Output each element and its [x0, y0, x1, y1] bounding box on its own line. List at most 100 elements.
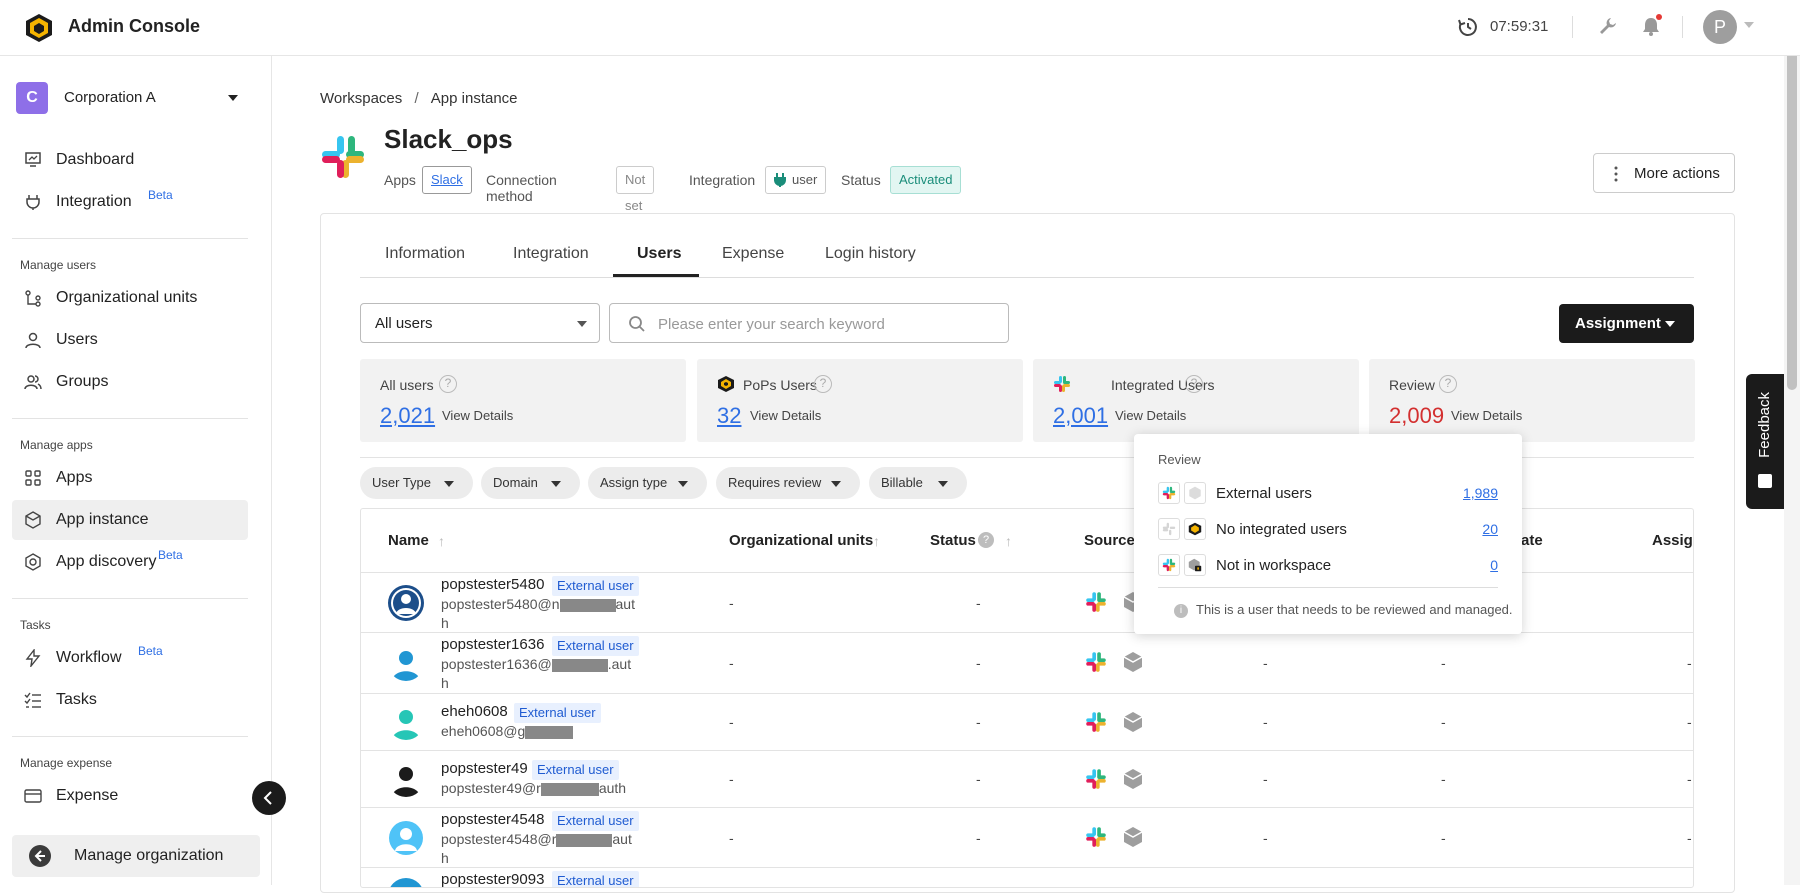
email-part: h: [441, 850, 449, 866]
search-box: [609, 303, 1009, 343]
redacted-block: [525, 725, 574, 739]
scrollbar-thumb[interactable]: [1787, 12, 1797, 390]
chevron-down-icon[interactable]: [1744, 22, 1754, 28]
manage-organization-button[interactable]: Manage organization: [12, 835, 260, 877]
tab-bar: Information Integration Users Expense Lo…: [360, 236, 1694, 278]
popover-row-value-link[interactable]: 0: [1490, 557, 1498, 573]
sort-arrow-icon[interactable]: ↑: [438, 533, 445, 549]
more-actions-label: More actions: [1634, 165, 1720, 182]
sidebar-item-expense[interactable]: Expense: [12, 776, 248, 816]
checklist-icon: [24, 692, 41, 708]
assignment-button[interactable]: Assignment: [1559, 304, 1694, 343]
stat-value[interactable]: 2,001: [1053, 403, 1108, 429]
column-header-date[interactable]: ate: [1521, 532, 1543, 549]
table-row[interactable]: popstester4548 External user popstester4…: [361, 808, 1693, 868]
sidebar-item-app-discovery[interactable]: App discovery Beta: [12, 542, 248, 582]
user-name[interactable]: popstester4548: [441, 811, 544, 828]
sort-arrow-icon[interactable]: ↑: [1005, 533, 1012, 549]
sidebar-item-dashboard[interactable]: Dashboard: [12, 140, 248, 180]
sidebar-item-integration[interactable]: Integration Beta: [12, 182, 248, 222]
user-name[interactable]: eheh0608: [441, 703, 508, 720]
sidebar-item-app-instance[interactable]: App instance: [12, 500, 248, 540]
email-part: h: [441, 615, 449, 631]
user-name[interactable]: popstester9093: [441, 871, 544, 887]
caret-down-icon: [1665, 321, 1675, 327]
chip-label: Domain: [493, 475, 538, 490]
collapse-sidebar-button[interactable]: [252, 781, 286, 815]
help-icon[interactable]: ?: [978, 532, 994, 548]
table-row[interactable]: eheh0608 External user eheh0608@g - - - …: [361, 694, 1693, 751]
apps-value-link[interactable]: Slack: [422, 166, 472, 194]
more-actions-button[interactable]: More actions: [1593, 153, 1735, 193]
tab-users[interactable]: Users: [637, 245, 681, 263]
view-details-link[interactable]: View Details: [1115, 408, 1186, 423]
user-name[interactable]: popstester49: [441, 760, 528, 777]
feedback-button[interactable]: Feedback: [1746, 374, 1784, 509]
stat-value[interactable]: 32: [717, 403, 741, 429]
tab-login-history[interactable]: Login history: [825, 245, 916, 263]
user-avatar[interactable]: P: [1703, 10, 1737, 44]
column-header-status[interactable]: Status: [930, 532, 976, 549]
popover-row-value-link[interactable]: 1,989: [1463, 485, 1498, 501]
chip-domain[interactable]: Domain: [481, 467, 580, 499]
column-header-source[interactable]: Source: [1084, 532, 1135, 549]
sidebar-item-groups[interactable]: Groups: [12, 362, 248, 402]
sidebar-item-workflow[interactable]: Workflow Beta: [12, 638, 248, 678]
redacted-block: [551, 658, 608, 672]
breadcrumb-workspaces[interactable]: Workspaces: [320, 90, 402, 107]
help-icon[interactable]: ?: [1439, 375, 1457, 393]
table-row[interactable]: popstester49 External user popstester49@…: [361, 751, 1693, 808]
connection-method-label: Connection method: [486, 172, 557, 204]
tab-integration[interactable]: Integration: [513, 245, 589, 263]
view-details-link[interactable]: View Details: [750, 408, 821, 423]
search-icon: [629, 316, 645, 332]
org-selector[interactable]: C Corporation A: [16, 80, 248, 116]
user-name[interactable]: popstester1636: [441, 636, 544, 653]
view-details-link[interactable]: View Details: [1451, 408, 1522, 423]
email-part: h: [441, 675, 449, 691]
sidebar-item-label: App discovery: [56, 553, 157, 570]
chip-user-type[interactable]: User Type: [360, 467, 473, 499]
sort-arrow-icon[interactable]: ↑: [873, 533, 880, 549]
table-row[interactable]: popstester9093 External user: [361, 868, 1693, 887]
user-email: eheh0608@g: [441, 722, 641, 741]
divider: [1682, 16, 1683, 38]
user-name[interactable]: popstester5480: [441, 576, 544, 593]
email-part: auth: [598, 780, 627, 796]
app-logo-icon[interactable]: [24, 13, 54, 43]
stat-value[interactable]: 2,021: [380, 403, 435, 429]
card-icon: [24, 789, 42, 803]
sidebar-item-users[interactable]: Users: [12, 320, 248, 360]
email-part: popstester4548@r: [441, 831, 557, 847]
org-tree-icon: [25, 290, 41, 307]
sidebar-item-label: Integration: [56, 193, 132, 210]
refresh-clock-icon[interactable]: [1457, 16, 1479, 38]
chip-assign-type[interactable]: Assign type: [588, 467, 707, 499]
help-icon[interactable]: ?: [814, 375, 832, 393]
tab-information[interactable]: Information: [385, 245, 465, 263]
feedback-label: Feedback: [1756, 392, 1773, 458]
popover-row-value-link[interactable]: 20: [1482, 521, 1498, 537]
user-filter-select[interactable]: All users: [360, 303, 600, 343]
column-header-assign[interactable]: Assign: [1652, 532, 1693, 549]
page-scrollbar[interactable]: [1784, 0, 1800, 885]
help-icon[interactable]: ?: [439, 375, 457, 393]
sidebar-item-organizational-units[interactable]: Organizational units: [12, 278, 248, 318]
wrench-icon[interactable]: [1598, 16, 1618, 36]
stat-value[interactable]: 2,009: [1389, 403, 1444, 429]
sidebar-item-apps[interactable]: Apps: [12, 458, 248, 498]
slack-logo-icon: [1086, 712, 1106, 732]
slack-logo-icon: [1086, 827, 1106, 847]
column-header-org-units[interactable]: Organizational units: [729, 532, 873, 549]
help-icon[interactable]: ?: [1185, 375, 1203, 393]
tab-expense[interactable]: Expense: [722, 245, 784, 263]
table-row[interactable]: popstester1636 External user popstester1…: [361, 633, 1693, 694]
chip-requires-review[interactable]: Requires review: [716, 467, 860, 499]
column-header-name[interactable]: Name: [388, 532, 429, 549]
view-details-link[interactable]: View Details: [442, 408, 513, 423]
sidebar-item-tasks[interactable]: Tasks: [12, 680, 248, 720]
search-input[interactable]: [658, 312, 988, 336]
table-cell: -: [1687, 714, 1692, 730]
org-units-cell: -: [729, 595, 734, 611]
chip-billable[interactable]: Billable: [869, 467, 967, 499]
